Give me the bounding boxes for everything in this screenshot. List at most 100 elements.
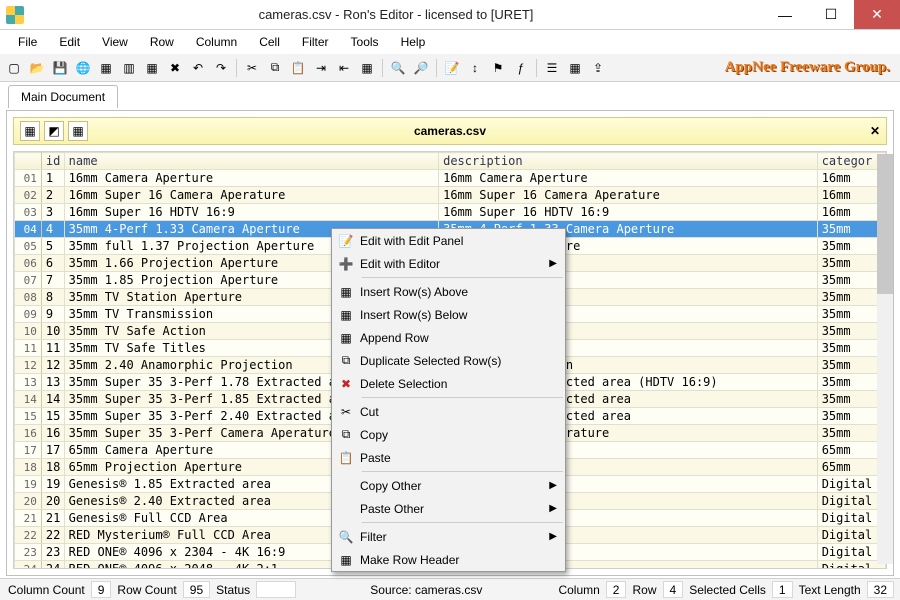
context-menu-item[interactable]: ▦Make Row Header <box>332 548 565 571</box>
column-header[interactable]: categor <box>817 153 885 170</box>
cell[interactable]: 23 <box>41 544 64 561</box>
cell[interactable]: 35mm <box>817 374 885 391</box>
context-menu-item[interactable]: ✖Delete Selection <box>332 372 565 395</box>
paste-icon[interactable]: 📋 <box>288 58 308 78</box>
vertical-scrollbar[interactable] <box>877 154 893 564</box>
cell[interactable]: 22 <box>41 527 64 544</box>
cell[interactable]: 35mm <box>817 306 885 323</box>
zoom-icon[interactable]: 🔎 <box>411 58 431 78</box>
context-menu-item[interactable]: 📋Paste <box>332 446 565 469</box>
menu-tools[interactable]: Tools <box>341 33 389 51</box>
cell[interactable]: 7 <box>41 272 64 289</box>
grid-icon[interactable]: ▦ <box>142 58 162 78</box>
context-menu-item[interactable]: ▦Insert Row(s) Below <box>332 303 565 326</box>
cell[interactable]: 10 <box>41 323 64 340</box>
cell[interactable]: 2 <box>41 187 64 204</box>
cell[interactable]: 16mm <box>817 170 885 187</box>
sort-icon[interactable]: ↕ <box>465 58 485 78</box>
context-menu-item[interactable]: 🔍Filter▶ <box>332 525 565 548</box>
table-row[interactable]: 01116mm Camera Aperture16mm Camera Apert… <box>15 170 886 187</box>
cell[interactable]: 16mm Super 16 Camera Aperature <box>64 187 438 204</box>
cell[interactable]: 65mm <box>817 459 885 476</box>
context-menu-item[interactable]: ⧉Copy <box>332 423 565 446</box>
cell[interactable]: Digital <box>817 493 885 510</box>
context-menu-item[interactable]: Paste Other▶ <box>332 497 565 520</box>
maximize-button[interactable]: ☐ <box>808 0 854 29</box>
cell[interactable]: 11 <box>41 340 64 357</box>
cell[interactable]: 35mm <box>817 289 885 306</box>
cell[interactable]: 16mm Camera Aperture <box>439 170 818 187</box>
cell[interactable]: 35mm <box>817 408 885 425</box>
cell[interactable]: 9 <box>41 306 64 323</box>
cell[interactable]: Digital <box>817 544 885 561</box>
cell[interactable]: 17 <box>41 442 64 459</box>
cell[interactable]: 18 <box>41 459 64 476</box>
paste-grid-icon[interactable]: ▦ <box>357 58 377 78</box>
context-menu-item[interactable]: Copy Other▶ <box>332 474 565 497</box>
filename-tool-icon[interactable]: ▦ <box>68 121 88 141</box>
cell[interactable]: 16mm Super 16 HDTV 16:9 <box>64 204 438 221</box>
edit-doc-icon[interactable]: 📝 <box>442 58 462 78</box>
find-icon[interactable]: 🔍 <box>388 58 408 78</box>
cell[interactable]: 13 <box>41 374 64 391</box>
cell[interactable]: 4 <box>41 221 64 238</box>
cell[interactable]: 6 <box>41 255 64 272</box>
cell[interactable]: 21 <box>41 510 64 527</box>
context-menu-item[interactable]: ✂Cut <box>332 400 565 423</box>
undo-icon[interactable]: ↶ <box>188 58 208 78</box>
close-button[interactable]: ✕ <box>854 0 900 29</box>
cell[interactable]: 16 <box>41 425 64 442</box>
cut-icon[interactable]: ✂ <box>242 58 262 78</box>
menu-filter[interactable]: Filter <box>292 33 339 51</box>
menu-edit[interactable]: Edit <box>49 33 90 51</box>
cell[interactable]: Digital <box>817 527 885 544</box>
cell[interactable]: 1 <box>41 170 64 187</box>
cell[interactable]: 19 <box>41 476 64 493</box>
redo-icon[interactable]: ↷ <box>211 58 231 78</box>
cell[interactable]: 12 <box>41 357 64 374</box>
cell[interactable]: 16mm <box>817 187 885 204</box>
menu-cell[interactable]: Cell <box>249 33 290 51</box>
cell[interactable]: 35mm <box>817 323 885 340</box>
cell[interactable]: 65mm <box>817 442 885 459</box>
tab-main-document[interactable]: Main Document <box>8 85 118 108</box>
filename-tool-icon[interactable]: ◩ <box>44 121 64 141</box>
context-menu-item[interactable]: 📝Edit with Edit Panel <box>332 229 565 252</box>
globe-icon[interactable]: 🌐 <box>73 58 93 78</box>
context-menu-item[interactable]: ⧉Duplicate Selected Row(s) <box>332 349 565 372</box>
column-header[interactable]: description <box>439 153 818 170</box>
cell[interactable]: 8 <box>41 289 64 306</box>
cell[interactable]: 35mm <box>817 340 885 357</box>
new-icon[interactable]: ▢ <box>4 58 24 78</box>
cell[interactable]: 35mm <box>817 272 885 289</box>
menu-view[interactable]: View <box>92 33 138 51</box>
cell[interactable]: 35mm <box>817 255 885 272</box>
list-icon[interactable]: ☰ <box>542 58 562 78</box>
cell[interactable]: Digital <box>817 510 885 527</box>
context-menu-item[interactable]: ▦Append Row <box>332 326 565 349</box>
copy-col-icon[interactable]: ⇥ <box>311 58 331 78</box>
column-header[interactable]: id <box>41 153 64 170</box>
grid-tool-icon[interactable]: ▦ <box>565 58 585 78</box>
cell[interactable]: 35mm <box>817 238 885 255</box>
cell[interactable]: 16mm Camera Aperture <box>64 170 438 187</box>
table-row[interactable]: 02216mm Super 16 Camera Aperature16mm Su… <box>15 187 886 204</box>
cell[interactable]: 20 <box>41 493 64 510</box>
context-menu-item[interactable]: ➕Edit with Editor▶ <box>332 252 565 275</box>
open-icon[interactable]: 📂 <box>27 58 47 78</box>
cell[interactable]: 16mm Super 16 HDTV 16:9 <box>439 204 818 221</box>
menu-column[interactable]: Column <box>186 33 247 51</box>
column-header[interactable]: name <box>64 153 438 170</box>
menu-help[interactable]: Help <box>391 33 436 51</box>
cell[interactable]: 35mm <box>817 425 885 442</box>
delete-icon[interactable]: ✖ <box>165 58 185 78</box>
cell[interactable]: 5 <box>41 238 64 255</box>
filename-close-icon[interactable]: ✕ <box>870 124 880 138</box>
filename-tool-icon[interactable]: ▦ <box>20 121 40 141</box>
save-icon[interactable]: 💾 <box>50 58 70 78</box>
func-icon[interactable]: ƒ <box>511 58 531 78</box>
cell[interactable]: 14 <box>41 391 64 408</box>
menu-row[interactable]: Row <box>140 33 184 51</box>
context-menu-item[interactable]: ▦Insert Row(s) Above <box>332 280 565 303</box>
minimize-button[interactable]: — <box>762 0 808 29</box>
